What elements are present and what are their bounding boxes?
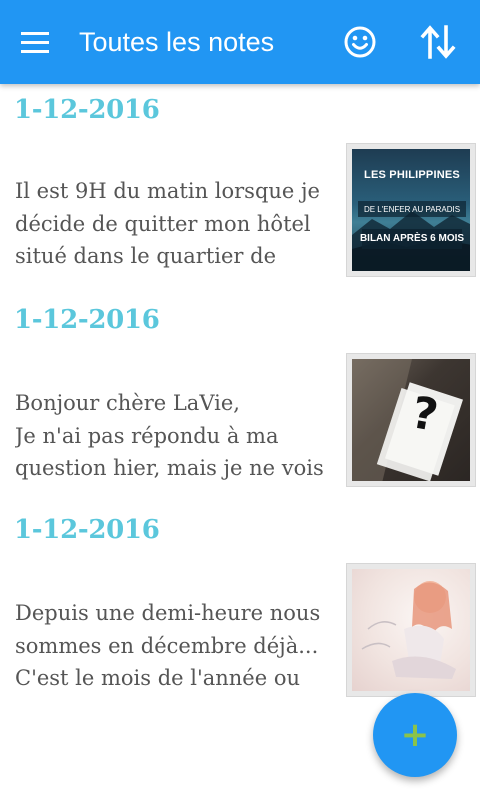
thumbnail-caption: DE L'ENFER AU PARADIS xyxy=(363,205,461,214)
note-line: C'est le mois de l'année ou xyxy=(15,666,301,690)
note-line: décide de quitter mon hôtel xyxy=(15,211,311,236)
note-line: Depuis une demi-heure nous xyxy=(15,601,321,625)
note-line: Je n'ai pas répondu à ma xyxy=(15,423,279,448)
thumbnail-caption: LES PHILIPPINES xyxy=(364,169,460,181)
app-bar: Toutes les notes xyxy=(0,0,480,84)
note-line: situé dans le quartier de xyxy=(15,244,277,268)
note-thumbnail[interactable]: LES PHILIPPINES DE L'ENFER AU PARADIS BI… xyxy=(346,143,476,277)
smiley-icon[interactable] xyxy=(340,22,380,62)
note-line: sommes en décembre déjà... xyxy=(15,633,319,658)
note-snippet[interactable]: Il est 9H du matin lorsque je décide de … xyxy=(15,175,341,273)
note-snippet[interactable]: Bonjour chère LaVie, Je n'ai pas répondu… xyxy=(15,387,341,485)
add-note-button[interactable]: + xyxy=(373,693,457,777)
note-date: 1-12-2016 xyxy=(14,515,160,545)
note-snippet[interactable]: Depuis une demi-heure nous sommes en déc… xyxy=(15,597,341,695)
note-date: 1-12-2016 xyxy=(14,305,160,335)
note-thumbnail[interactable] xyxy=(346,563,476,697)
plus-icon: + xyxy=(400,715,430,755)
sort-icon[interactable] xyxy=(418,22,458,62)
note-date: 1-12-2016 xyxy=(14,95,160,125)
note-thumbnail[interactable]: ? xyxy=(346,353,476,487)
thumbnail-caption: BILAN APRÈS 6 MOIS xyxy=(359,233,465,244)
note-line: question hier, mais je ne vois xyxy=(15,456,324,480)
note-line: Il est 9H du matin lorsque je xyxy=(15,179,320,203)
menu-icon[interactable] xyxy=(14,22,56,62)
note-line: Bonjour chère LaVie, xyxy=(15,391,240,415)
page-title: Toutes les notes xyxy=(79,27,275,57)
